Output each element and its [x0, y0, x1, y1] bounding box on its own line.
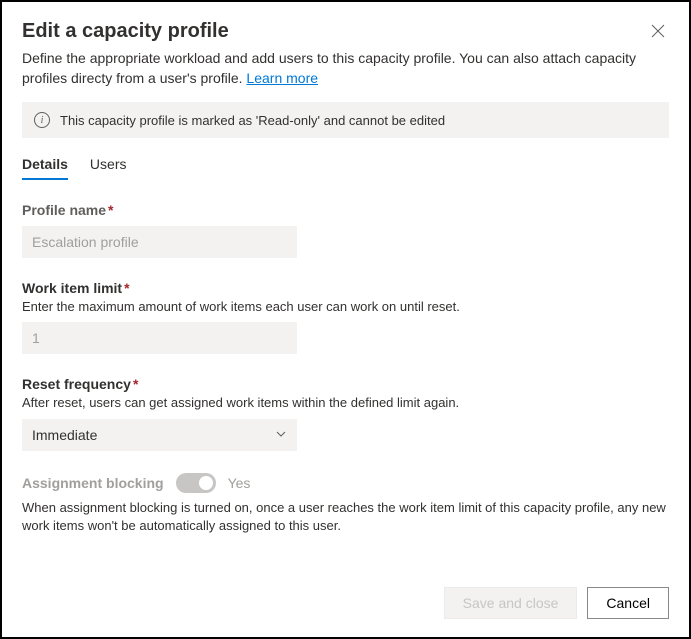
tab-list: Details Users — [22, 156, 669, 180]
assignment-blocking-label: Assignment blocking — [22, 475, 164, 491]
assignment-blocking-state: Yes — [228, 475, 251, 491]
close-icon — [651, 25, 665, 42]
profile-name-value: Escalation profile — [32, 234, 139, 250]
dialog-subtitle: Define the appropriate workload and add … — [22, 49, 669, 88]
required-marker: * — [124, 280, 129, 296]
close-button[interactable] — [647, 20, 669, 46]
profile-name-label: Profile name* — [22, 202, 669, 218]
cancel-button[interactable]: Cancel — [587, 587, 669, 619]
save-and-close-button: Save and close — [444, 587, 578, 619]
header-row: Edit a capacity profile — [22, 20, 669, 49]
reset-frequency-value: Immediate — [32, 427, 97, 443]
toggle-knob — [199, 476, 213, 490]
info-icon: i — [34, 112, 50, 128]
field-work-item-limit: Work item limit* Enter the maximum amoun… — [22, 280, 669, 354]
profile-name-input: Escalation profile — [22, 226, 297, 258]
reset-frequency-label: Reset frequency* — [22, 376, 669, 392]
work-item-limit-helper: Enter the maximum amount of work items e… — [22, 298, 669, 316]
tab-details[interactable]: Details — [22, 156, 68, 180]
work-item-limit-value: 1 — [32, 330, 40, 346]
field-assignment-blocking: Assignment blocking Yes When assignment … — [22, 473, 669, 537]
chevron-down-icon — [275, 427, 287, 443]
spacer — [22, 558, 669, 579]
field-profile-name: Profile name* Escalation profile — [22, 202, 669, 258]
readonly-info-bar: i This capacity profile is marked as 'Re… — [22, 102, 669, 138]
field-reset-frequency: Reset frequency* After reset, users can … — [22, 376, 669, 450]
reset-frequency-label-text: Reset frequency — [22, 376, 131, 392]
assignment-blocking-row: Assignment blocking Yes — [22, 473, 669, 493]
assignment-blocking-helper: When assignment blocking is turned on, o… — [22, 499, 669, 537]
work-item-limit-label: Work item limit* — [22, 280, 669, 296]
reset-frequency-helper: After reset, users can get assigned work… — [22, 394, 669, 412]
tab-users[interactable]: Users — [90, 156, 127, 180]
work-item-limit-label-text: Work item limit — [22, 280, 122, 296]
learn-more-link[interactable]: Learn more — [246, 70, 318, 86]
info-bar-text: This capacity profile is marked as 'Read… — [60, 113, 445, 128]
reset-frequency-select: Immediate — [22, 419, 297, 451]
dialog-title: Edit a capacity profile — [22, 20, 229, 43]
required-marker: * — [108, 202, 113, 218]
subtitle-text: Define the appropriate workload and add … — [22, 50, 636, 86]
dialog-container: Edit a capacity profile Define the appro… — [2, 2, 689, 637]
work-item-limit-input: 1 — [22, 322, 297, 354]
assignment-blocking-toggle — [176, 473, 216, 493]
dialog-footer: Save and close Cancel — [22, 579, 669, 619]
required-marker: * — [133, 376, 138, 392]
profile-name-label-text: Profile name — [22, 202, 106, 218]
